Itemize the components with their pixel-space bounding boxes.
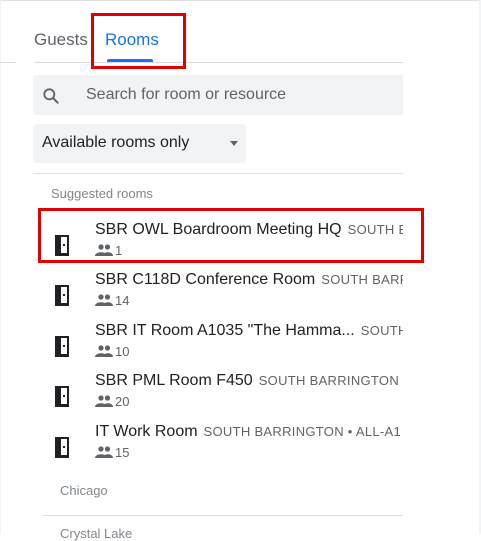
top-border [0,0,481,1]
section-title-suggested: Suggested rooms [51,186,153,201]
meeting-room-icon [55,285,69,306]
room-item[interactable]: SBR PML Room F450SOUTH BARRINGTON • ALL-… [33,372,403,420]
room-name: SBR IT Room A1035 "The Hamma...SOUTH BAR… [95,322,403,340]
room-location: SOUTH BARRINGTON • ALL-A1 [360,323,403,338]
room-item[interactable]: IT Work Room SOUTH BARRINGTON • ALL-A1 15 [33,423,403,471]
meeting-room-icon [55,386,69,407]
room-capacity: 10 [115,344,130,359]
highlight-box-rooms-tab [91,13,186,69]
room-filter-value: Available rooms only [42,134,190,151]
tabs-divider [34,62,403,63]
people-icon [95,395,113,407]
tab-guests[interactable]: Guests [34,30,88,50]
room-capacity: 14 [115,293,130,308]
room-name: SBR C118D Conference RoomSOUTH BARRINGTO… [95,271,403,289]
room-location: SOUTH BARRINGTON • ALL-A1 [321,272,403,287]
section-title-chicago: Chicago [60,483,108,498]
room-item[interactable]: SBR C118D Conference RoomSOUTH BARRINGTO… [33,271,403,319]
search-icon [43,88,59,104]
meeting-room-icon [55,336,69,357]
meeting-room-icon [55,437,69,458]
highlight-box-first-room [38,208,424,263]
room-name: IT Work Room SOUTH BARRINGTON • ALL-A1 [95,423,402,440]
room-name: SBR PML Room F450SOUTH BARRINGTON • ALL-… [95,372,403,390]
people-icon [95,446,113,458]
room-location: SOUTH BARRINGTON • ALL-A1 [203,424,402,439]
room-item[interactable]: SBR IT Room A1035 "The Hamma...SOUTH BAR… [33,322,403,370]
room-capacity: 20 [115,394,130,409]
room-location: SOUTH BARRINGTON • ALL-A1 [258,373,403,388]
room-capacity: 15 [115,445,130,460]
tabs-divider-left [0,62,16,63]
section-divider [33,173,403,174]
section-divider [42,515,403,516]
people-icon [95,345,113,357]
people-icon [95,294,113,306]
dropdown-arrow-icon [230,141,238,146]
panel-left-edge [0,0,1,534]
search-placeholder: Search for room or resource [86,86,287,103]
